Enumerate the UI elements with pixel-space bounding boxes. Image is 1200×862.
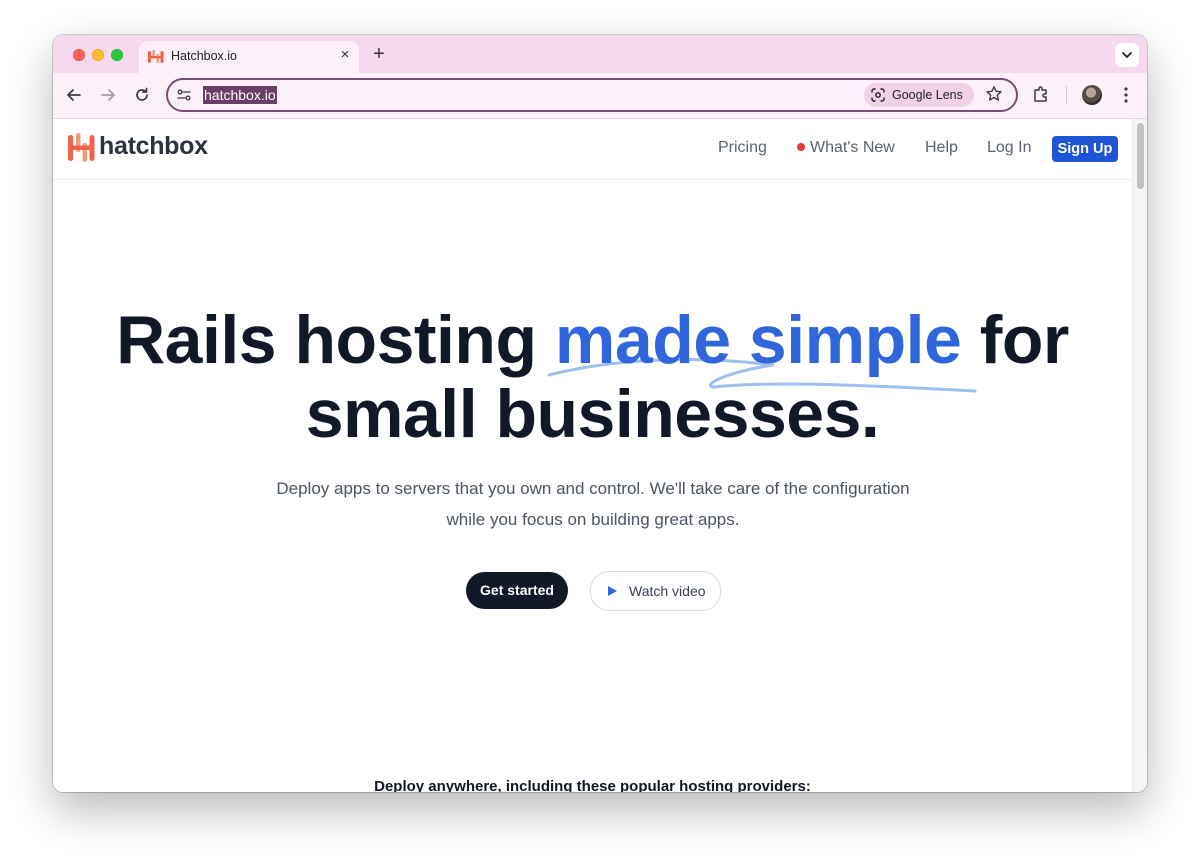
watch-video-button[interactable]: Watch video bbox=[590, 571, 721, 611]
hero-heading: Rails hosting made simple for small busi… bbox=[53, 303, 1132, 451]
forward-icon[interactable] bbox=[98, 85, 118, 105]
address-bar[interactable]: hatchbox.io Google Lens bbox=[166, 78, 1018, 112]
site-header: hatchbox Pricing What's New Help Log In … bbox=[53, 119, 1132, 180]
providers-heading: Deploy anywhere, including these popular… bbox=[374, 778, 811, 792]
tab-title: Hatchbox.io bbox=[171, 49, 238, 63]
tab-search-button[interactable] bbox=[1115, 43, 1139, 67]
zoom-window-button[interactable] bbox=[111, 49, 123, 61]
page-scrollbar[interactable] bbox=[1132, 119, 1147, 792]
play-icon bbox=[608, 586, 617, 596]
tab-strip: Hatchbox.io × + bbox=[53, 35, 1147, 73]
hero-heading-accent: made simple bbox=[554, 302, 962, 378]
back-icon[interactable] bbox=[64, 85, 84, 105]
google-lens-label: Google Lens bbox=[892, 88, 963, 102]
nav-whats-new-label: What's New bbox=[810, 139, 895, 156]
scrollbar-thumb[interactable] bbox=[1137, 123, 1144, 189]
browser-window: Hatchbox.io × + hatchbox.io Google Lens … bbox=[53, 35, 1147, 792]
hatchbox-favicon-icon bbox=[148, 50, 164, 63]
hero-subtitle: Deploy apps to servers that you own and … bbox=[276, 479, 910, 529]
browser-tab[interactable]: Hatchbox.io × bbox=[139, 41, 359, 73]
nav-login-link[interactable]: Log In bbox=[987, 139, 1031, 157]
hero-heading-line-1: Rails hosting made simple for bbox=[53, 303, 1132, 377]
close-tab-icon[interactable]: × bbox=[337, 47, 353, 63]
close-window-button[interactable] bbox=[73, 49, 85, 61]
more-menu-icon[interactable] bbox=[1116, 84, 1136, 106]
google-lens-button[interactable]: Google Lens bbox=[864, 83, 974, 107]
google-lens-icon bbox=[871, 88, 885, 102]
extensions-icon[interactable] bbox=[1031, 84, 1051, 104]
brand-name[interactable]: hatchbox bbox=[99, 132, 208, 161]
web-page: hatchbox Pricing What's New Help Log In … bbox=[53, 119, 1132, 792]
get-started-button[interactable]: Get started bbox=[466, 572, 568, 609]
reload-icon[interactable] bbox=[132, 85, 152, 105]
bookmark-star-icon[interactable] bbox=[984, 84, 1004, 104]
nav-help-link[interactable]: Help bbox=[925, 139, 958, 157]
site-info-icon[interactable] bbox=[176, 87, 192, 103]
hatchbox-logo-icon[interactable] bbox=[68, 133, 95, 163]
profile-avatar[interactable] bbox=[1082, 85, 1102, 105]
nav-whats-new-link[interactable]: What's New bbox=[797, 139, 895, 157]
watch-video-label: Watch video bbox=[629, 583, 706, 599]
url-text[interactable]: hatchbox.io bbox=[203, 86, 277, 104]
browser-toolbar: hatchbox.io Google Lens bbox=[53, 73, 1147, 119]
minimize-window-button[interactable] bbox=[92, 49, 104, 61]
nav-pricing-link[interactable]: Pricing bbox=[718, 139, 767, 157]
hero-heading-line-2: small businesses. bbox=[305, 376, 880, 452]
hero-heading-part-2: for bbox=[961, 302, 1070, 378]
new-tab-button[interactable]: + bbox=[369, 44, 389, 64]
sign-up-button[interactable]: Sign Up bbox=[1052, 136, 1118, 162]
hero-heading-part-1: Rails hosting bbox=[116, 302, 555, 378]
toolbar-divider bbox=[1066, 86, 1067, 104]
new-indicator-dot bbox=[797, 143, 805, 151]
chevron-down-icon bbox=[1122, 52, 1132, 58]
